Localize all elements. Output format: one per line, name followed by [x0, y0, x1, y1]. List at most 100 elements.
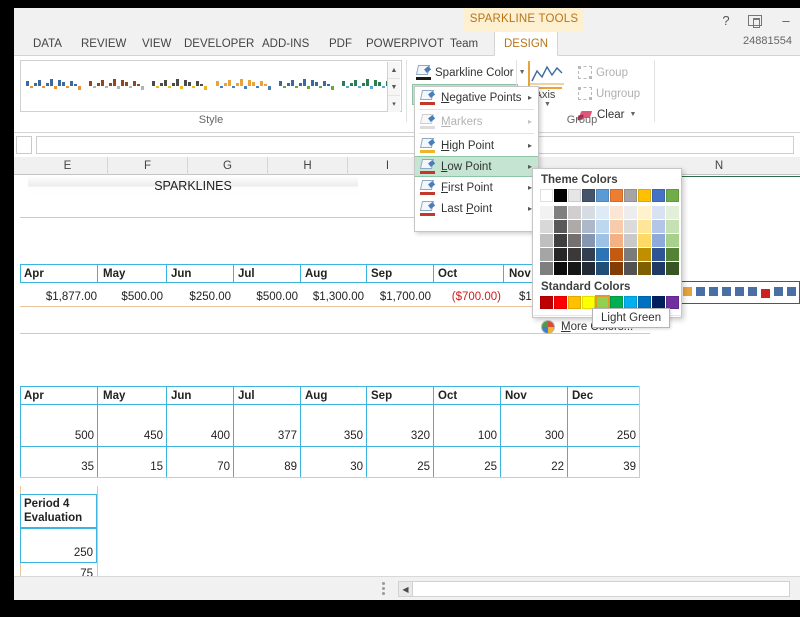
theme-variant-swatch-0-3[interactable]	[582, 206, 595, 219]
gallery-style-2[interactable]	[86, 63, 147, 109]
gallery-scroll-up-icon[interactable]: ▲	[388, 62, 400, 79]
tab-pdf[interactable]: PDF	[320, 32, 361, 56]
tab-add-ins[interactable]: ADD-INS	[253, 32, 318, 56]
theme-color-swatch-2[interactable]	[568, 189, 581, 202]
theme-variant-swatch-1-0[interactable]	[540, 220, 553, 233]
menu-item-negative-points[interactable]: Negative Points ▸	[415, 87, 538, 108]
gallery-scroll-controls[interactable]: ▲ ▼ ▾	[387, 62, 400, 112]
help-icon[interactable]: ?	[718, 13, 734, 28]
worksheet-grid[interactable]: E F G H I J N SPARKLINES Apr May Jun Jul…	[14, 157, 800, 577]
theme-variant-swatch-4-7[interactable]	[638, 262, 651, 275]
theme-variant-swatch-2-5[interactable]	[610, 234, 623, 247]
sparkline-style-gallery[interactable]: ▲ ▼ ▾	[20, 60, 402, 112]
theme-variant-swatch-1-2[interactable]	[568, 220, 581, 233]
theme-color-swatch-1[interactable]	[554, 189, 567, 202]
name-box[interactable]	[16, 136, 32, 154]
theme-colors-base-row[interactable]	[533, 189, 681, 202]
theme-variant-swatch-0-4[interactable]	[596, 206, 609, 219]
theme-variant-swatch-2-1[interactable]	[554, 234, 567, 247]
theme-variant-swatch-4-8[interactable]	[652, 262, 665, 275]
scroll-left-icon[interactable]: ◀	[399, 582, 413, 596]
theme-variant-swatch-0-0[interactable]	[540, 206, 553, 219]
theme-variant-swatch-4-9[interactable]	[666, 262, 679, 275]
tab-developer[interactable]: DEVELOPER	[175, 32, 263, 56]
theme-color-swatch-0[interactable]	[540, 189, 553, 202]
column-header-N[interactable]: N	[678, 157, 760, 175]
theme-variant-swatch-4-5[interactable]	[610, 262, 623, 275]
theme-variant-swatch-4-6[interactable]	[624, 262, 637, 275]
theme-variant-swatch-1-6[interactable]	[624, 220, 637, 233]
marker-color-menu[interactable]: Negative Points ▸ Markers ▸ High Point ▸…	[414, 86, 539, 232]
tab-powerpivot[interactable]: POWERPIVOT	[357, 32, 453, 56]
theme-variant-swatch-0-8[interactable]	[652, 206, 665, 219]
menu-item-high-point[interactable]: High Point ▸	[415, 135, 538, 156]
sparkline-cell-n[interactable]	[678, 176, 800, 177]
theme-variant-swatch-4-0[interactable]	[540, 262, 553, 275]
theme-variant-swatch-3-7[interactable]	[638, 248, 651, 261]
theme-variant-swatch-0-9[interactable]	[666, 206, 679, 219]
theme-variant-swatch-3-4[interactable]	[596, 248, 609, 261]
tab-view[interactable]: VIEW	[133, 32, 180, 56]
theme-color-swatch-8[interactable]	[652, 189, 665, 202]
ribbon-display-options-icon[interactable]	[748, 15, 764, 26]
column-header-F[interactable]: F	[108, 157, 188, 175]
theme-variant-swatch-2-2[interactable]	[568, 234, 581, 247]
theme-variant-swatch-4-4[interactable]	[596, 262, 609, 275]
standard-color-swatch-1[interactable]	[554, 296, 567, 309]
tab-team[interactable]: Team	[441, 32, 487, 56]
gallery-scroll-down-icon[interactable]: ▼	[388, 79, 400, 96]
theme-variant-swatch-1-1[interactable]	[554, 220, 567, 233]
theme-variant-swatch-0-2[interactable]	[568, 206, 581, 219]
theme-variant-swatch-2-0[interactable]	[540, 234, 553, 247]
gallery-style-4[interactable]	[213, 63, 274, 109]
theme-variant-swatch-2-9[interactable]	[666, 234, 679, 247]
column-header-E[interactable]: E	[28, 157, 108, 175]
theme-variant-swatch-4-2[interactable]	[568, 262, 581, 275]
theme-color-swatch-9[interactable]	[666, 189, 679, 202]
menu-item-low-point[interactable]: Low Point ▸	[415, 156, 538, 177]
theme-variant-swatch-3-6[interactable]	[624, 248, 637, 261]
theme-variant-swatch-2-4[interactable]	[596, 234, 609, 247]
theme-variant-swatch-1-3[interactable]	[582, 220, 595, 233]
theme-variant-swatch-1-5[interactable]	[610, 220, 623, 233]
tab-design[interactable]: DESIGN	[494, 32, 558, 56]
tab-data[interactable]: DATA	[24, 32, 71, 56]
theme-variant-swatch-0-1[interactable]	[554, 206, 567, 219]
sparkline-color-button[interactable]: Sparkline Color ▼	[412, 62, 530, 83]
theme-variant-swatch-3-5[interactable]	[610, 248, 623, 261]
split-grip-icon[interactable]	[382, 582, 386, 595]
theme-variant-swatch-1-8[interactable]	[652, 220, 665, 233]
minimize-icon[interactable]: –	[778, 13, 794, 28]
color-picker-flyout[interactable]: Theme Colors Standard Colors More Colors…	[532, 168, 682, 318]
theme-variant-swatch-0-5[interactable]	[610, 206, 623, 219]
theme-variant-swatch-0-7[interactable]	[638, 206, 651, 219]
theme-variant-swatch-2-8[interactable]	[652, 234, 665, 247]
menu-item-last-point[interactable]: Last Point ▸	[415, 198, 538, 219]
theme-variant-swatch-1-9[interactable]	[666, 220, 679, 233]
theme-variant-swatch-3-1[interactable]	[554, 248, 567, 261]
standard-color-swatch-0[interactable]	[540, 296, 553, 309]
gallery-style-1[interactable]	[23, 63, 84, 109]
theme-color-swatch-7[interactable]	[638, 189, 651, 202]
horizontal-scrollbar[interactable]: ◀	[398, 581, 790, 597]
theme-variant-swatch-1-7[interactable]	[638, 220, 651, 233]
column-header-H[interactable]: H	[268, 157, 348, 175]
theme-variant-swatch-0-6[interactable]	[624, 206, 637, 219]
theme-variant-swatch-3-8[interactable]	[652, 248, 665, 261]
scrollbar-track[interactable]	[413, 582, 789, 596]
theme-variant-swatch-1-4[interactable]	[596, 220, 609, 233]
theme-variant-swatch-4-3[interactable]	[582, 262, 595, 275]
gallery-more-icon[interactable]: ▾	[388, 96, 400, 112]
gallery-style-5[interactable]	[276, 63, 337, 109]
theme-variant-swatch-2-7[interactable]	[638, 234, 651, 247]
theme-colors-variants[interactable]	[533, 206, 681, 275]
theme-color-swatch-4[interactable]	[596, 189, 609, 202]
standard-color-swatch-2[interactable]	[568, 296, 581, 309]
theme-color-swatch-6[interactable]	[624, 189, 637, 202]
theme-variant-swatch-3-2[interactable]	[568, 248, 581, 261]
theme-variant-swatch-4-1[interactable]	[554, 262, 567, 275]
theme-color-swatch-3[interactable]	[582, 189, 595, 202]
tab-review[interactable]: REVIEW	[72, 32, 135, 56]
column-header-G[interactable]: G	[188, 157, 268, 175]
theme-variant-swatch-2-3[interactable]	[582, 234, 595, 247]
